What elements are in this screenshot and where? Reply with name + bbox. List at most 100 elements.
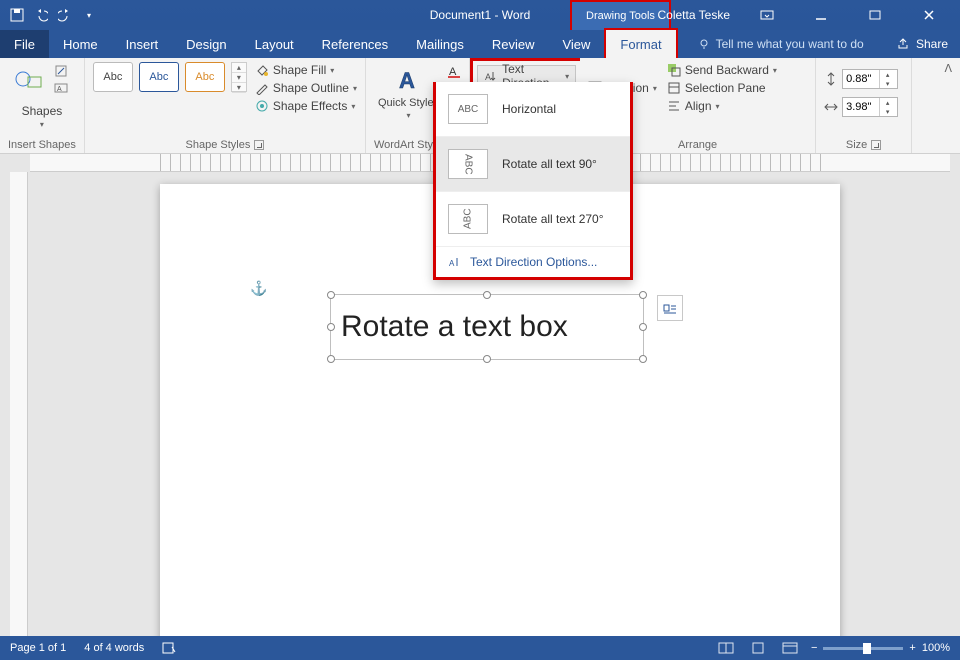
send-backward-icon <box>667 63 681 77</box>
edit-shape-icon[interactable] <box>54 64 68 78</box>
tab-view[interactable]: View <box>548 30 604 58</box>
undo-icon[interactable] <box>34 8 48 22</box>
tab-format[interactable]: Format <box>604 28 677 58</box>
collapse-ribbon-icon[interactable]: ᐱ <box>944 62 952 75</box>
menu-item-horizontal[interactable]: ABC Horizontal <box>436 82 630 137</box>
group-shape-styles: Abc Abc Abc ▴▾▾ Shape Fill▾ Shape Outlin… <box>85 58 366 153</box>
resize-handle-nw[interactable] <box>327 291 335 299</box>
tab-review[interactable]: Review <box>478 30 549 58</box>
qat-more-icon[interactable]: ▾ <box>82 8 96 22</box>
ribbon-options-icon[interactable] <box>744 0 790 30</box>
quick-access-toolbar: ▾ <box>0 8 96 22</box>
wordart-a-icon: A <box>393 64 425 96</box>
web-layout-icon[interactable] <box>779 640 801 656</box>
save-icon[interactable] <box>10 8 24 22</box>
height-input[interactable] <box>843 73 879 85</box>
shapes-gallery[interactable] <box>8 62 48 98</box>
vertical-ruler[interactable] <box>10 172 28 636</box>
menu-item-rotate-270[interactable]: ABC Rotate all text 270° <box>436 192 630 247</box>
resize-handle-s[interactable] <box>483 355 491 363</box>
layout-options-icon[interactable] <box>657 295 683 321</box>
thumb-rotate270-icon: ABC <box>448 204 488 234</box>
lightbulb-icon <box>698 38 710 50</box>
group-label-size: Size <box>824 139 903 151</box>
options-icon: A <box>448 255 462 269</box>
tab-home[interactable]: Home <box>49 30 112 58</box>
pen-icon <box>255 81 269 95</box>
dialog-launcher-icon[interactable] <box>254 140 264 150</box>
contextual-tab-label: Drawing Tools <box>570 0 671 30</box>
shape-fill-button[interactable]: Shape Fill▾ <box>255 62 357 78</box>
svg-text:A: A <box>485 72 491 82</box>
bucket-icon <box>255 63 269 77</box>
user-name[interactable]: Coletta Teske <box>658 8 731 22</box>
status-page[interactable]: Page 1 of 1 <box>10 642 66 654</box>
menu-item-rotate-90[interactable]: ABC Rotate all text 90° <box>436 137 630 192</box>
tab-references[interactable]: References <box>308 30 402 58</box>
send-backward-button[interactable]: Send Backward▾ <box>667 62 777 78</box>
menu-item-text-direction-options[interactable]: A Text Direction Options... <box>436 247 630 277</box>
tell-me-search[interactable]: Tell me what you want to do <box>698 30 864 58</box>
maximize-button[interactable] <box>852 0 898 30</box>
text-direction-icon: A <box>484 69 498 83</box>
style-abc-3[interactable]: Abc <box>185 62 225 92</box>
shape-style-gallery[interactable]: Abc Abc Abc ▴▾▾ <box>93 62 247 92</box>
style-abc-1[interactable]: Abc <box>93 62 133 92</box>
svg-text:A: A <box>399 68 415 93</box>
selection-pane-button[interactable]: Selection Pane <box>667 80 777 96</box>
share-button[interactable]: Share <box>896 30 948 58</box>
zoom-in-button[interactable]: + <box>909 642 915 654</box>
shape-outline-button[interactable]: Shape Outline▾ <box>255 80 357 96</box>
zoom-level[interactable]: 100% <box>922 642 950 654</box>
group-label-insert-shapes: Insert Shapes <box>8 139 76 151</box>
minimize-button[interactable] <box>798 0 844 30</box>
tab-design[interactable]: Design <box>172 30 240 58</box>
style-gallery-more[interactable]: ▴▾▾ <box>231 62 247 92</box>
resize-handle-sw[interactable] <box>327 355 335 363</box>
draw-textbox-icon[interactable]: A <box>54 81 68 95</box>
group-size: ▴▾ ▴▾ Size <box>816 58 912 153</box>
shape-effects-button[interactable]: Shape Effects▾ <box>255 98 357 114</box>
resize-handle-w[interactable] <box>327 323 335 331</box>
zoom-out-button[interactable]: − <box>811 642 817 654</box>
read-mode-icon[interactable] <box>715 640 737 656</box>
resize-handle-n[interactable] <box>483 291 491 299</box>
height-icon <box>824 72 838 86</box>
width-field[interactable]: ▴▾ <box>824 96 903 118</box>
thumb-rotate90-icon: ABC <box>448 149 488 179</box>
resize-handle-e[interactable] <box>639 323 647 331</box>
ribbon-tabs: File Home Insert Design Layout Reference… <box>0 30 960 58</box>
resize-handle-se[interactable] <box>639 355 647 363</box>
tab-insert[interactable]: Insert <box>112 30 173 58</box>
resize-handle-ne[interactable] <box>639 291 647 299</box>
group-insert-shapes: A Shapes ▾ Insert Shapes <box>0 58 85 153</box>
text-box-content: Rotate a text box <box>341 310 568 344</box>
dialog-launcher-icon[interactable] <box>871 140 881 150</box>
width-icon <box>824 100 838 114</box>
style-abc-2[interactable]: Abc <box>139 62 179 92</box>
text-fill-icon[interactable]: A <box>447 64 461 78</box>
status-bar: Page 1 of 1 4 of 4 words − + 100% <box>0 636 960 660</box>
print-layout-icon[interactable] <box>747 640 769 656</box>
width-input[interactable] <box>843 101 879 113</box>
document-title: Document1 - Word <box>430 8 530 22</box>
title-bar: ▾ Document1 - Word Drawing Tools Coletta… <box>0 0 960 30</box>
tab-mailings[interactable]: Mailings <box>402 30 478 58</box>
tab-layout[interactable]: Layout <box>241 30 308 58</box>
align-button[interactable]: Align▾ <box>667 98 777 114</box>
tab-file[interactable]: File <box>0 30 49 58</box>
redo-icon[interactable] <box>58 8 72 22</box>
align-icon <box>667 99 681 113</box>
text-box[interactable]: Rotate a text box <box>330 294 644 360</box>
effects-icon <box>255 99 269 113</box>
selection-pane-icon <box>667 81 681 95</box>
spellcheck-icon[interactable] <box>162 641 178 655</box>
group-label-shape-styles: Shape Styles <box>93 139 357 151</box>
shapes-button[interactable]: Shapes ▾ <box>8 102 76 131</box>
status-words[interactable]: 4 of 4 words <box>84 642 144 654</box>
zoom-slider[interactable] <box>823 647 903 650</box>
thumb-horizontal-icon: ABC <box>448 94 488 124</box>
height-field[interactable]: ▴▾ <box>824 68 903 90</box>
close-button[interactable] <box>906 0 952 30</box>
share-icon <box>896 37 910 51</box>
